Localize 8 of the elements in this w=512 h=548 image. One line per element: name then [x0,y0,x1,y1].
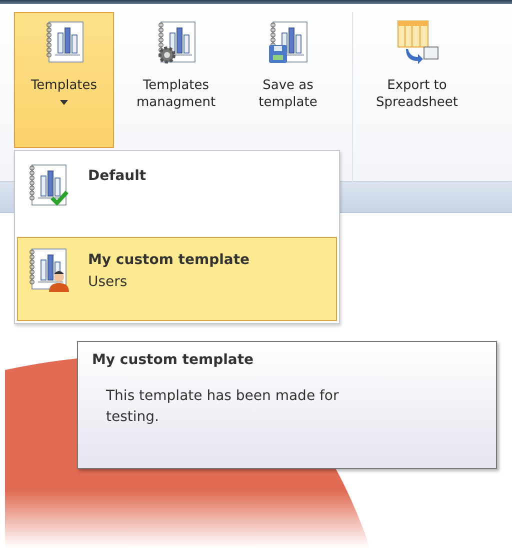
ribbon-button[interactable]: Templates managment [126,12,226,148]
ribbon-button[interactable]: Export to Spreadsheet [367,12,467,148]
ribbon-button[interactable]: Save as template [238,12,338,148]
tooltip-title: My custom template [92,352,255,368]
menu-item[interactable]: Default [17,153,337,237]
menu-item[interactable]: My custom template Users [17,237,337,321]
ribbon-button[interactable]: Templates [14,12,114,148]
tooltip-text: This template has been made for testing. [105,387,340,427]
